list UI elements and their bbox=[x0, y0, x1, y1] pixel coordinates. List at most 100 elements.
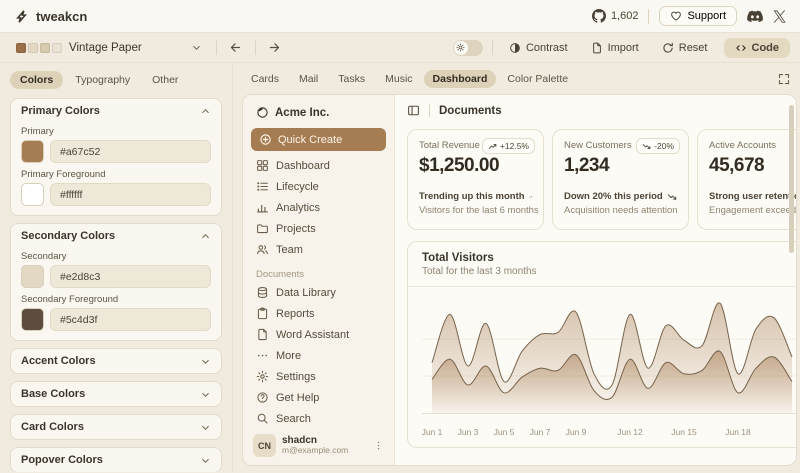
ellipsis-vertical-icon[interactable] bbox=[373, 440, 384, 451]
file-icon bbox=[256, 328, 269, 341]
primary-foreground-hex-input[interactable]: #ffffff bbox=[50, 183, 211, 206]
refresh-icon bbox=[662, 42, 674, 54]
base-colors-header[interactable]: Base Colors bbox=[11, 382, 221, 406]
tab-typography[interactable]: Typography bbox=[65, 71, 140, 89]
tab-dashboard[interactable]: Dashboard bbox=[424, 70, 497, 88]
fullscreen-icon[interactable] bbox=[778, 73, 790, 85]
secondary-color-swatch[interactable] bbox=[21, 265, 44, 288]
editor-panel: Colors Typography Other Primary Colors P… bbox=[0, 63, 233, 472]
sidebar-item-lifecycle[interactable]: Lifecycle bbox=[251, 176, 386, 197]
chevron-down-icon bbox=[200, 356, 211, 367]
github-stars[interactable]: 1,602 bbox=[592, 9, 639, 23]
contrast-icon bbox=[509, 42, 521, 54]
footline-text: Trending up this month bbox=[419, 191, 525, 202]
sidebar-item-analytics[interactable]: Analytics bbox=[251, 197, 386, 218]
contrast-label: Contrast bbox=[526, 42, 568, 54]
divider bbox=[255, 40, 256, 55]
preview-scrollbar-thumb[interactable] bbox=[789, 105, 794, 253]
theme-selector[interactable]: Vintage Paper bbox=[10, 40, 208, 56]
reset-button[interactable]: Reset bbox=[655, 39, 715, 57]
sidebar-item-label: Reports bbox=[276, 308, 315, 320]
discord-icon[interactable] bbox=[747, 10, 763, 23]
acme-brand[interactable]: Acme Inc. bbox=[251, 103, 386, 121]
secondary-foreground-hex-input[interactable]: #5c4d3f bbox=[50, 308, 211, 331]
quick-create-label: Quick Create bbox=[278, 134, 342, 146]
tab-tasks[interactable]: Tasks bbox=[329, 70, 374, 88]
chevron-down-icon bbox=[200, 455, 211, 466]
heart-icon bbox=[670, 10, 682, 22]
user-email: m@example.com bbox=[282, 446, 367, 456]
sidebar-item-word-assistant[interactable]: Word Assistant bbox=[251, 324, 386, 345]
svg-text:Jun 15: Jun 15 bbox=[671, 427, 697, 437]
stat-title: Active Accounts bbox=[709, 140, 796, 151]
light-dark-toggle[interactable] bbox=[453, 40, 483, 56]
card-colors-header[interactable]: Card Colors bbox=[11, 415, 221, 439]
svg-text:Jun 5: Jun 5 bbox=[494, 427, 515, 437]
tab-other[interactable]: Other bbox=[142, 71, 188, 89]
tab-music[interactable]: Music bbox=[376, 70, 421, 88]
field-label: Primary bbox=[21, 126, 211, 137]
sidebar-item-more[interactable]: More bbox=[251, 345, 386, 366]
secondary-colors-header[interactable]: Secondary Colors bbox=[11, 224, 221, 248]
section-title: Card Colors bbox=[21, 421, 84, 433]
stat-cards-row: Total Revenue +12.5% $1,250.00 Trending … bbox=[395, 124, 796, 230]
svg-text:Jun 3: Jun 3 bbox=[458, 427, 479, 437]
sidebar-item-settings[interactable]: Settings bbox=[251, 366, 386, 387]
github-star-count: 1,602 bbox=[611, 10, 639, 22]
tab-colors[interactable]: Colors bbox=[10, 71, 63, 89]
sidebar-item-team[interactable]: Team bbox=[251, 239, 386, 260]
badge-value: +12.5% bbox=[500, 141, 529, 151]
accent-colors-header[interactable]: Accent Colors bbox=[11, 349, 221, 373]
sidebar-item-label: Team bbox=[276, 244, 303, 256]
card-colors-section: Card Colors bbox=[10, 414, 222, 440]
preview-tabs: Cards Mail Tasks Music Dashboard Color P… bbox=[233, 63, 800, 94]
github-icon bbox=[592, 9, 606, 23]
footline-text: Down 20% this period bbox=[564, 191, 663, 202]
primary-colors-section: Primary Colors Primary #a67c52 Primary F… bbox=[10, 98, 222, 216]
users-icon bbox=[256, 243, 269, 256]
popover-colors-header[interactable]: Popover Colors bbox=[11, 448, 221, 472]
undo-theme-button[interactable] bbox=[225, 38, 247, 58]
sidebar-item-data-library[interactable]: Data Library bbox=[251, 282, 386, 303]
divider bbox=[429, 104, 430, 117]
stat-value: $1,250.00 bbox=[419, 155, 532, 177]
secondary-hex-input[interactable]: #e2d8c3 bbox=[50, 265, 211, 288]
code-button[interactable]: Code bbox=[724, 38, 791, 58]
secondary-colors-section: Secondary Colors Secondary #e2d8c3 Secon… bbox=[10, 223, 222, 341]
tweakcn-brand[interactable]: tweakcn bbox=[14, 9, 87, 24]
tab-mail[interactable]: Mail bbox=[290, 70, 327, 88]
sidebar-item-search[interactable]: Search bbox=[251, 408, 386, 429]
tab-color-palette[interactable]: Color Palette bbox=[498, 70, 577, 88]
chart-subtitle: Total for the last 3 months bbox=[422, 266, 796, 277]
primary-foreground-swatch[interactable] bbox=[21, 183, 44, 206]
primary-color-swatch[interactable] bbox=[21, 140, 44, 163]
stat-subtext: Visitors for the last 6 months bbox=[419, 205, 532, 216]
total-visitors-card: Total Visitors Total for the last 3 mont… bbox=[407, 241, 796, 448]
sidebar-item-get-help[interactable]: Get Help bbox=[251, 387, 386, 408]
user-menu[interactable]: CN shadcn m@example.com bbox=[251, 429, 386, 457]
secondary-foreground-swatch[interactable] bbox=[21, 308, 44, 331]
documents-section-label: Documents bbox=[256, 269, 381, 280]
chart-header: Total Visitors Total for the last 3 mont… bbox=[408, 242, 796, 287]
section-title: Accent Colors bbox=[21, 355, 96, 367]
support-button[interactable]: Support bbox=[659, 6, 737, 26]
gear-icon bbox=[256, 370, 269, 383]
search-icon bbox=[256, 412, 269, 425]
sidebar-item-projects[interactable]: Projects bbox=[251, 218, 386, 239]
primary-hex-input[interactable]: #a67c52 bbox=[50, 140, 211, 163]
primary-colors-header[interactable]: Primary Colors bbox=[11, 99, 221, 123]
contrast-button[interactable]: Contrast bbox=[502, 39, 575, 57]
x-social-icon[interactable] bbox=[773, 10, 786, 23]
sidebar-item-dashboard[interactable]: Dashboard bbox=[251, 155, 386, 176]
arrow-left-icon bbox=[229, 41, 242, 54]
sidebar-item-reports[interactable]: Reports bbox=[251, 303, 386, 324]
redo-theme-button[interactable] bbox=[264, 38, 286, 58]
help-circle-icon bbox=[256, 391, 269, 404]
tab-cards[interactable]: Cards bbox=[242, 70, 288, 88]
stat-footline: Trending up this month bbox=[419, 191, 532, 202]
theme-swatches bbox=[16, 43, 62, 53]
import-button[interactable]: Import bbox=[584, 39, 646, 57]
area-chart: Jun 1Jun 3Jun 5Jun 7Jun 9Jun 12Jun 15Jun… bbox=[408, 287, 796, 447]
panel-left-icon[interactable] bbox=[407, 104, 420, 117]
quick-create-button[interactable]: Quick Create bbox=[251, 128, 386, 151]
